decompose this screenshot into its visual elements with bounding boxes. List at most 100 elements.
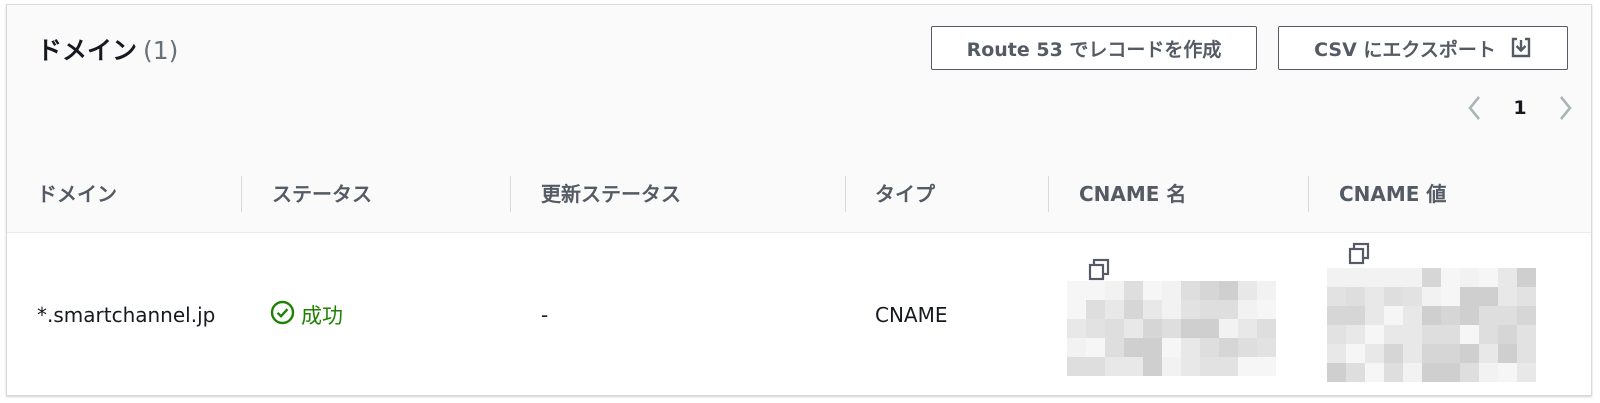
redaction-tile	[1238, 300, 1257, 319]
redaction-tile	[1219, 338, 1238, 357]
redaction-tile	[1200, 281, 1219, 300]
current-page-number[interactable]: 1	[1489, 97, 1551, 119]
redaction-tile	[1105, 300, 1124, 319]
redaction-tile	[1441, 344, 1460, 363]
export-csv-button[interactable]: CSV にエクスポート	[1278, 26, 1568, 70]
redaction-tile	[1441, 306, 1460, 325]
redaction-tile	[1181, 338, 1200, 357]
redaction-tile	[1346, 287, 1365, 306]
redaction-tile	[1105, 338, 1124, 357]
redaction-tile	[1498, 363, 1517, 382]
domain-count: (1)	[143, 36, 179, 65]
redaction-tile	[1067, 319, 1086, 338]
redaction-tile	[1181, 357, 1200, 376]
table-row: *.smartchannel.jp 成功 - CNAME	[7, 233, 1591, 395]
cname-value-redacted	[1327, 268, 1536, 382]
column-divider[interactable]	[241, 176, 242, 212]
column-divider[interactable]	[1048, 176, 1049, 212]
redaction-tile	[1181, 319, 1200, 338]
redaction-tile	[1219, 281, 1238, 300]
redaction-tile	[1327, 344, 1346, 363]
column-divider[interactable]	[510, 176, 511, 212]
table-header: ドメイン ステータス 更新ステータス タイプ CNAME 名 CNAME 値	[7, 156, 1591, 233]
redaction-tile	[1498, 344, 1517, 363]
redaction-tile	[1346, 344, 1365, 363]
redaction-tile	[1067, 338, 1086, 357]
redaction-tile	[1346, 363, 1365, 382]
redaction-tile	[1143, 300, 1162, 319]
redaction-tile	[1327, 325, 1346, 344]
redaction-tile	[1257, 357, 1276, 376]
redaction-tile	[1124, 300, 1143, 319]
redaction-tile	[1441, 268, 1460, 287]
panel-header: ドメイン (1) Route 53 でレコードを作成 CSV にエクスポート 1	[7, 5, 1591, 157]
redaction-tile	[1238, 319, 1257, 338]
cname-name-redacted	[1067, 281, 1276, 376]
chevron-left-icon[interactable]	[1461, 94, 1489, 122]
column-divider[interactable]	[1308, 176, 1309, 212]
redaction-tile	[1162, 319, 1181, 338]
redaction-tile	[1124, 357, 1143, 376]
redaction-tile	[1441, 287, 1460, 306]
redaction-tile	[1200, 338, 1219, 357]
pagination: 1	[1461, 91, 1579, 125]
redaction-tile	[1086, 357, 1105, 376]
redaction-tile	[1200, 357, 1219, 376]
cell-domain: *.smartchannel.jp	[37, 303, 216, 327]
redaction-tile	[1327, 287, 1346, 306]
cell-status: 成功	[270, 233, 343, 395]
redaction-tile	[1346, 306, 1365, 325]
redaction-tile	[1403, 268, 1422, 287]
chevron-right-icon[interactable]	[1551, 94, 1579, 122]
redaction-tile	[1365, 325, 1384, 344]
column-header-renewal-status[interactable]: 更新ステータス	[541, 156, 681, 232]
cell-renewal-status: -	[541, 303, 549, 327]
redaction-tile	[1479, 325, 1498, 344]
redaction-tile	[1498, 306, 1517, 325]
redaction-tile	[1422, 306, 1441, 325]
redaction-tile	[1517, 306, 1536, 325]
redaction-tile	[1384, 363, 1403, 382]
domains-panel: ドメイン (1) Route 53 でレコードを作成 CSV にエクスポート 1	[6, 4, 1592, 396]
redaction-tile	[1422, 268, 1441, 287]
redaction-tile	[1327, 268, 1346, 287]
redaction-tile	[1143, 357, 1162, 376]
redaction-tile	[1498, 287, 1517, 306]
redaction-tile	[1384, 306, 1403, 325]
column-divider[interactable]	[845, 176, 846, 212]
redaction-tile	[1327, 306, 1346, 325]
redaction-tile	[1238, 281, 1257, 300]
redaction-tile	[1067, 281, 1086, 300]
redaction-tile	[1124, 338, 1143, 357]
redaction-tile	[1517, 344, 1536, 363]
redaction-tile	[1460, 287, 1479, 306]
column-header-domain[interactable]: ドメイン	[37, 156, 117, 232]
redaction-tile	[1517, 268, 1536, 287]
redaction-tile	[1479, 268, 1498, 287]
column-header-cname-name[interactable]: CNAME 名	[1079, 156, 1186, 232]
redaction-tile	[1238, 338, 1257, 357]
create-route53-records-label: Route 53 でレコードを作成	[966, 38, 1222, 61]
column-header-status[interactable]: ステータス	[272, 156, 372, 232]
redaction-tile	[1257, 338, 1276, 357]
redaction-tile	[1346, 325, 1365, 344]
create-route53-records-button[interactable]: Route 53 でレコードを作成	[931, 26, 1257, 70]
redaction-tile	[1403, 306, 1422, 325]
redaction-tile	[1346, 268, 1365, 287]
redaction-tile	[1441, 363, 1460, 382]
redaction-tile	[1403, 363, 1422, 382]
redaction-tile	[1403, 344, 1422, 363]
column-header-cname-value[interactable]: CNAME 値	[1339, 156, 1446, 232]
redaction-tile	[1067, 300, 1086, 319]
copy-icon[interactable]	[1087, 258, 1111, 282]
column-header-type[interactable]: タイプ	[875, 156, 935, 232]
redaction-tile	[1124, 281, 1143, 300]
redaction-tile	[1479, 344, 1498, 363]
status-text: 成功	[301, 304, 343, 328]
redaction-tile	[1384, 325, 1403, 344]
redaction-tile	[1460, 344, 1479, 363]
copy-icon[interactable]	[1347, 242, 1371, 266]
redaction-tile	[1422, 325, 1441, 344]
redaction-tile	[1422, 363, 1441, 382]
redaction-tile	[1384, 344, 1403, 363]
